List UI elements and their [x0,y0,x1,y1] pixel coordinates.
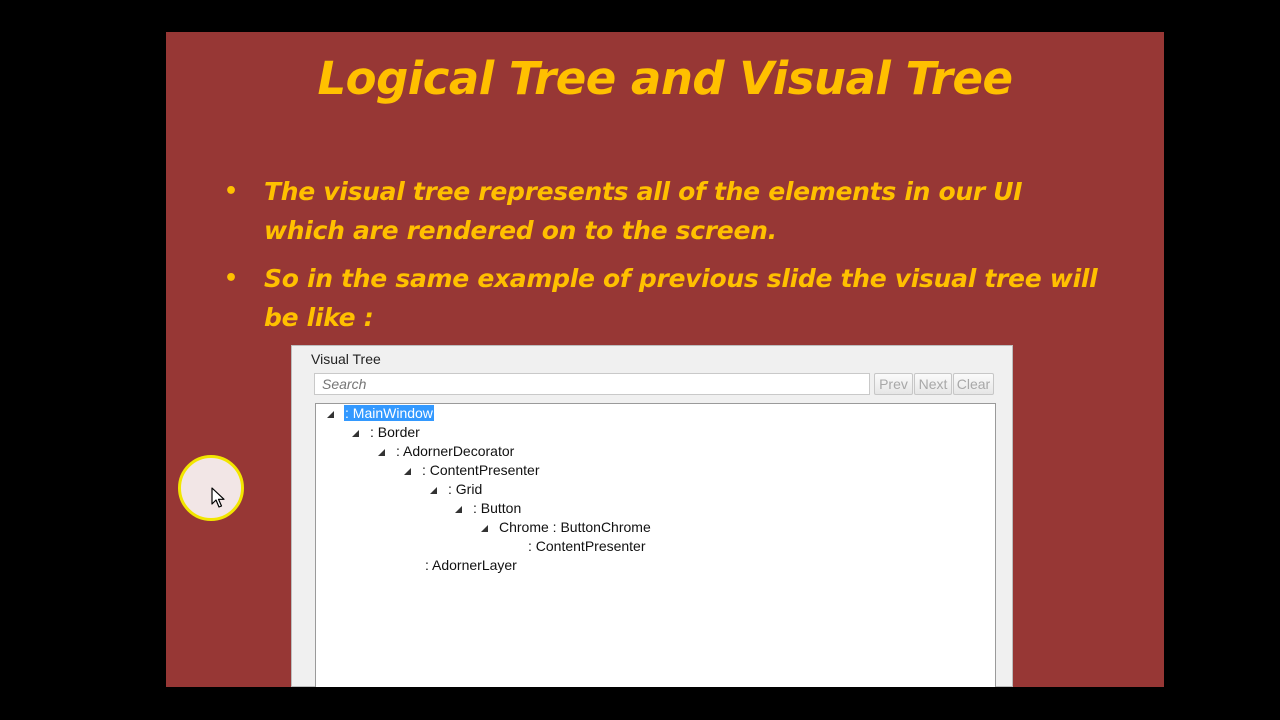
bullet-dot: • [224,179,238,204]
bullet-item: • So in the same example of previous sli… [224,259,1104,337]
prev-button[interactable]: Prev [874,373,913,395]
slide-title: Logical Tree and Visual Tree [317,52,1013,105]
expanded-triangle-icon[interactable] [378,449,385,456]
tree-node-label: : Grid [448,481,483,497]
tree-node[interactable]: : MainWindow [327,404,434,422]
panel-title: Visual Tree [311,351,381,367]
tree-node[interactable]: : Border [352,423,421,441]
expanded-triangle-icon[interactable] [327,411,334,418]
tree-node-label: : Button [473,500,522,516]
expanded-triangle-icon[interactable] [455,506,462,513]
expanded-triangle-icon[interactable] [430,487,437,494]
tree-node-label: : AdornerDecorator [396,443,515,459]
clear-button[interactable]: Clear [953,373,994,395]
expanded-triangle-icon[interactable] [352,430,359,437]
tree-node-label: : AdornerLayer [425,557,517,573]
bullet-item: • The visual tree represents all of the … [224,172,1104,250]
expanded-triangle-icon[interactable] [404,468,411,475]
tree-node[interactable]: Chrome : ButtonChrome [481,518,652,536]
tree-node[interactable]: : Button [455,499,522,517]
tree-node[interactable]: : AdornerLayer [424,556,518,574]
bullet-list: • The visual tree represents all of the … [224,172,1104,346]
tree-node-label: : Border [370,424,420,440]
next-button[interactable]: Next [914,373,952,395]
tree-view[interactable]: : MainWindow : Border : AdornerDecorator… [315,403,996,687]
tree-node-label: : MainWindow [344,405,434,421]
bullet-text: The visual tree represents all of the el… [264,177,1023,245]
visual-tree-panel: Visual Tree Prev Next Clear : MainWindow… [291,345,1013,687]
tree-node[interactable]: : AdornerDecorator [378,442,515,460]
tree-node-label: Chrome : ButtonChrome [499,519,651,535]
expanded-triangle-icon[interactable] [481,525,488,532]
bullet-dot: • [224,266,238,291]
bullet-text: So in the same example of previous slide… [264,264,1098,332]
tree-node-label: : ContentPresenter [528,538,646,554]
search-input[interactable] [314,373,870,395]
tree-node[interactable]: : Grid [430,480,483,498]
mouse-pointer-icon [211,487,225,508]
tree-node-label: : ContentPresenter [422,462,540,478]
slide: Logical Tree and Visual Tree • The visua… [166,32,1164,687]
tree-node[interactable]: : ContentPresenter [404,461,541,479]
tree-node[interactable]: : ContentPresenter [527,537,647,555]
